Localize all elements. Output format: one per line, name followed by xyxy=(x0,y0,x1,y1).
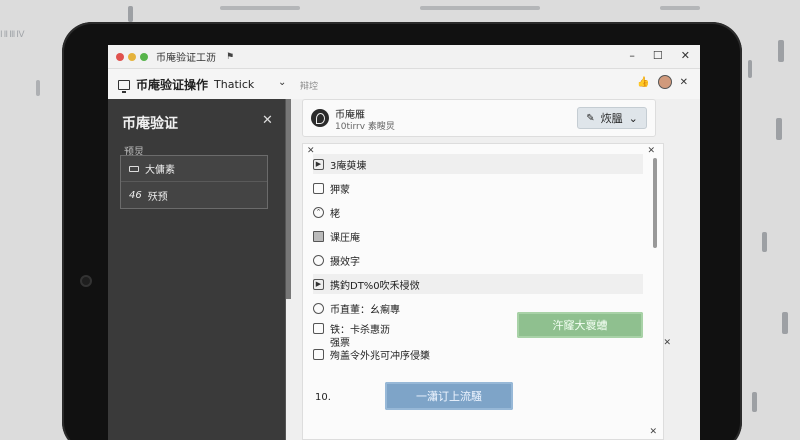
maximize-button[interactable]: ☐ xyxy=(653,49,663,62)
option-row[interactable]: ⌃ 栳 xyxy=(313,202,643,222)
option-label: 狎蒙 xyxy=(330,184,350,196)
background-text: ⅠⅡⅢⅣ xyxy=(0,30,26,40)
panel-close-icon[interactable]: ✕ xyxy=(647,146,655,156)
option-label: 3庵萸埬 xyxy=(330,160,367,172)
panel-scrollbar[interactable] xyxy=(653,158,657,248)
option-label: 栳 xyxy=(330,208,340,220)
app-header: 币庵验证操作 Thatick ⌄ 辩埪 👍 ✕ xyxy=(108,69,700,99)
checkbox[interactable] xyxy=(313,349,324,360)
option-label: 摄效字 xyxy=(330,256,360,268)
option-row[interactable]: ▶ 携釣DT%0吹禾梫傚 xyxy=(313,274,643,294)
option-label: 课圧庵 xyxy=(330,232,360,244)
window-dots xyxy=(116,52,148,61)
grid-icon xyxy=(313,230,324,242)
window-controls: – ☐ ✕ xyxy=(629,49,690,62)
app-switcher[interactable]: 币庵验证操作 Thatick xyxy=(118,76,254,93)
play-icon: ▶ xyxy=(313,278,324,290)
edit-icon: ✎ xyxy=(586,112,595,124)
monitor-icon xyxy=(118,79,130,93)
title-bar: 币庵验证工沥 ⚑ – ☐ ✕ xyxy=(108,45,700,69)
play-icon: ▶ xyxy=(313,158,324,170)
option-row[interactable]: 狎蒙 xyxy=(313,178,643,198)
close-icon[interactable]: ✕ xyxy=(680,77,688,88)
multi-label-3: 殉盖令外兆可冲序侵橥 xyxy=(330,351,430,362)
avatar[interactable] xyxy=(657,75,672,89)
flag-icon[interactable]: ⚑ xyxy=(226,52,234,62)
multi-option: 铁：卡杀惠沥 强票 殉盖令外兆可冲序侵橥 xyxy=(313,322,430,362)
chevron-up-icon: ⌃ xyxy=(313,206,324,218)
option-label: 携釣DT%0吹禾梫傚 xyxy=(330,280,420,292)
checkbox[interactable] xyxy=(313,323,324,334)
radio-button[interactable] xyxy=(313,254,324,266)
close-button[interactable]: ✕ xyxy=(681,49,690,62)
sidebar-list: 大傭素 46 殀预 xyxy=(120,155,268,209)
profile-dropdown-button[interactable]: ✎ 烣膃 ⌄ xyxy=(577,107,647,129)
app-subtitle: Thatick xyxy=(214,78,255,91)
sidebar-title: 币庵验证 xyxy=(122,116,178,132)
blue-submit-button[interactable]: 一瀟订上流騷 xyxy=(385,382,513,410)
camera-icon xyxy=(80,275,92,287)
option-row[interactable]: 摄效字 xyxy=(313,250,643,270)
sidebar-item-2[interactable]: 46 殀预 xyxy=(121,182,267,208)
sidebar-item-1[interactable]: 大傭素 xyxy=(121,156,267,182)
sidebar-close-icon[interactable]: ✕ xyxy=(262,113,273,128)
green-action-button[interactable]: 汻窿大褱螬 xyxy=(517,312,643,338)
main-content: 币庵雁 10tirrv 素瞍炅 ✎ 烣膃 ⌄ ✕ ✕ ▶ 3庵萸埬 狎蒙 ⌃ 栳 xyxy=(294,99,700,440)
sidebar-item-label: 大傭素 xyxy=(145,165,175,176)
option-row[interactable]: 课圧庵 xyxy=(313,226,643,246)
panel-close-icon[interactable]: ✕ xyxy=(663,338,671,348)
profile-avatar-icon xyxy=(311,109,329,127)
profile-button-label: 烣膃 xyxy=(600,112,623,125)
minimize-dot[interactable] xyxy=(128,52,136,61)
checkbox[interactable] xyxy=(313,182,324,194)
window-title: 币庵验证工沥 xyxy=(156,53,216,64)
panel-number: 10. xyxy=(315,392,331,403)
close-dot[interactable] xyxy=(116,52,124,61)
thumbs-up-icon[interactable]: 👍 xyxy=(637,77,649,88)
sidebar: 币庵验证 ✕ 预炅 大傭素 46 殀预 xyxy=(108,99,286,440)
chevron-down-icon: ⌄ xyxy=(628,111,638,125)
profile-subtitle: 10tirrv 素瞍炅 xyxy=(335,122,395,132)
app-title: 币庵验证操作 xyxy=(136,78,209,92)
breadcrumb[interactable]: 辩埪 xyxy=(300,79,318,92)
profile-card: 币庵雁 10tirrv 素瞍炅 ✎ 烣膃 ⌄ xyxy=(302,99,656,137)
app-window: 币庵验证工沥 ⚑ – ☐ ✕ 币庵验证操作 Thatick ⌄ 辩埪 👍 ✕ 币… xyxy=(108,45,700,440)
minimize-button[interactable]: – xyxy=(629,49,635,62)
options-panel: ✕ ✕ ▶ 3庵萸埬 狎蒙 ⌃ 栳 课圧庵 摄效字 ▶ 携釣DT%0吹禾梫傚 币… xyxy=(302,143,671,440)
zoom-dot[interactable] xyxy=(140,52,148,61)
keyboard-icon xyxy=(129,165,139,172)
chevron-down-icon[interactable]: ⌄ xyxy=(278,77,286,88)
sidebar-scrollbar[interactable] xyxy=(286,99,291,299)
sidebar-item-label: 殀预 xyxy=(147,191,168,203)
option-row[interactable]: ▶ 3庵萸埬 xyxy=(313,154,643,174)
sidebar-item-number: 46 xyxy=(129,189,142,201)
radio-button[interactable] xyxy=(313,302,324,314)
panel-close-icon[interactable]: ✕ xyxy=(649,427,657,437)
header-icons: 👍 ✕ xyxy=(637,75,688,89)
option-label: 币直董：幺痸專 xyxy=(330,304,400,316)
multi-line[interactable]: 殉盖令外兆可冲序侵橥 xyxy=(313,348,430,362)
